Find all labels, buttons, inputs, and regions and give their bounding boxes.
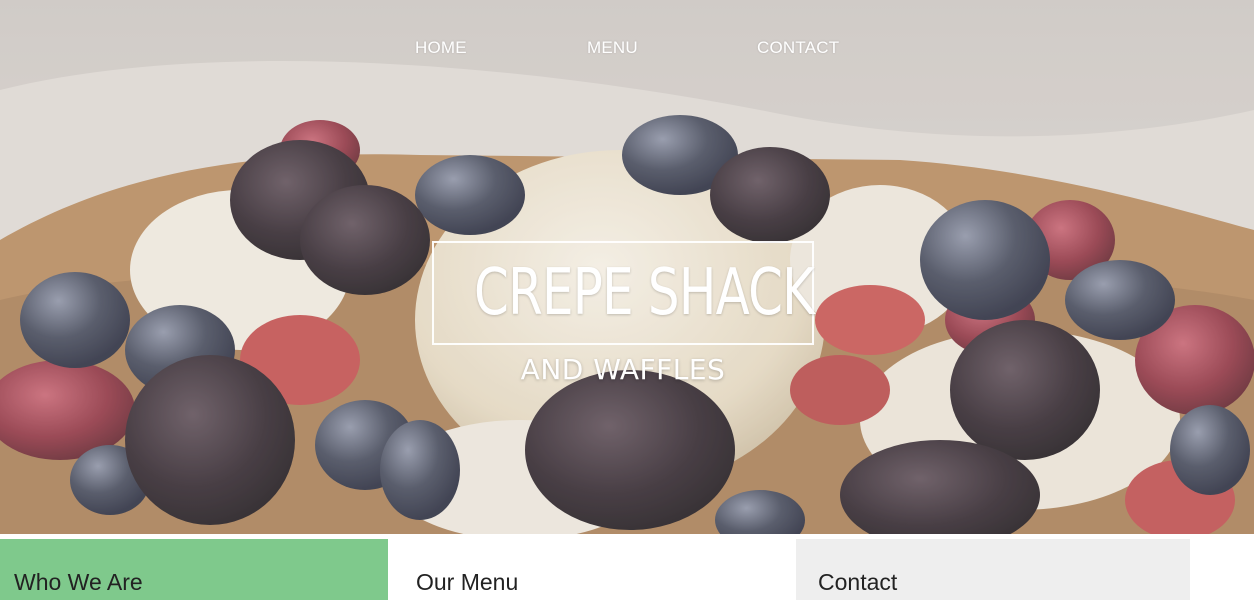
nav-contact-link[interactable]: CONTACT: [757, 38, 839, 58]
who-we-are-section: Who We Are: [0, 539, 388, 600]
hero-banner: HOME MENU CONTACT CREPE SHACK AND WAFFLE…: [0, 0, 1254, 534]
who-we-are-heading: Who We Are: [14, 569, 143, 595]
logo-title: CREPE SHACK: [474, 256, 815, 330]
contact-section: Contact: [796, 539, 1190, 600]
contact-heading: Contact: [818, 569, 898, 595]
main-nav: HOME MENU CONTACT: [0, 38, 1254, 62]
nav-home-link[interactable]: HOME: [415, 38, 467, 58]
our-menu-section: Our Menu: [402, 539, 782, 600]
nav-menu-link[interactable]: MENU: [587, 38, 638, 58]
our-menu-heading: Our Menu: [416, 569, 519, 595]
logo-subtitle: AND WAFFLES: [520, 353, 726, 386]
